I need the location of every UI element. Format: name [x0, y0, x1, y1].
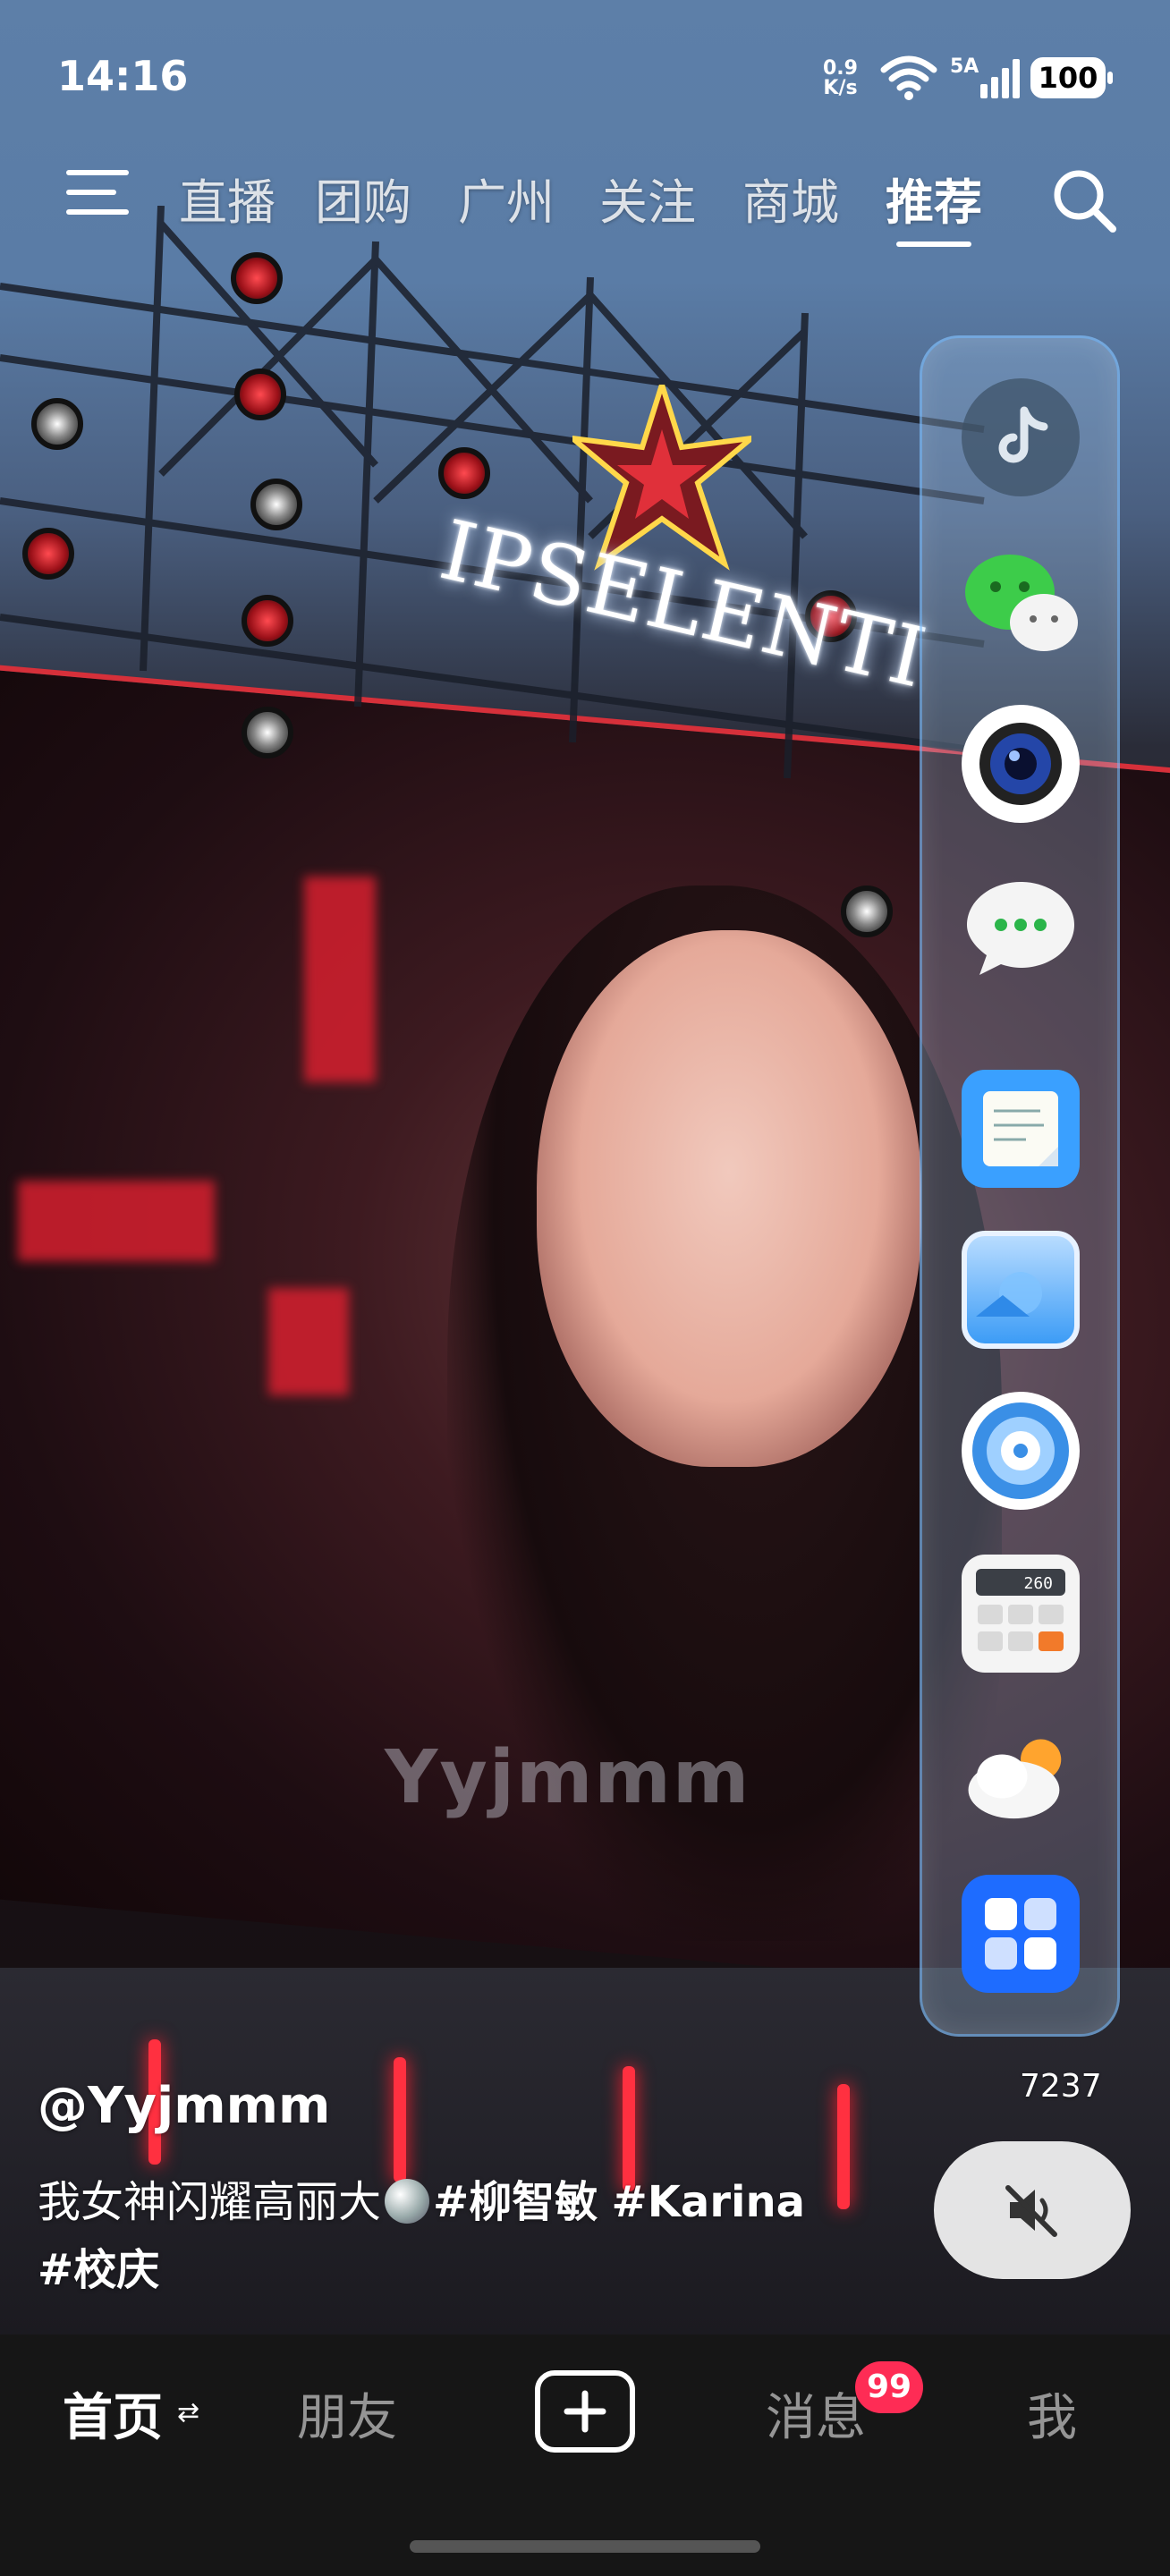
search-icon[interactable]	[1048, 165, 1120, 236]
calculator-icon[interactable]: 260	[962, 1555, 1080, 1673]
create-button[interactable]	[535, 2370, 635, 2453]
video-caption: 我女神闪耀高丽大 #柳智敏 #Karina #校庆	[38, 2168, 896, 2304]
hashtag[interactable]: #Karina	[612, 2177, 806, 2227]
video-watermark: Yyjmmm	[385, 1735, 751, 1820]
red-light	[18, 1181, 215, 1261]
menu-icon[interactable]	[66, 170, 129, 220]
status-bar: 14:16 0.9 K/s 5A 100	[0, 0, 1170, 152]
stage-truss	[0, 206, 985, 779]
tab-group-buy[interactable]: 团购	[315, 163, 411, 233]
red-light	[268, 1288, 349, 1395]
stage-light-bar	[394, 2057, 406, 2182]
stage-spotlight	[22, 528, 74, 580]
stage-spotlight	[234, 369, 286, 420]
tab-recommend[interactable]: 推荐	[886, 163, 982, 233]
nav-home[interactable]: 首页	[63, 2377, 163, 2450]
share-count: 7237	[1020, 2068, 1102, 2105]
nav-me[interactable]: 我	[1027, 2377, 1077, 2450]
nav-friends[interactable]: 朋友	[297, 2377, 397, 2450]
top-nav: 直播 团购 广州 关注 商城 推荐	[0, 152, 1170, 259]
tab-live[interactable]: 直播	[179, 163, 276, 233]
stage-spotlight	[242, 595, 293, 647]
more-apps-icon[interactable]	[962, 1875, 1080, 1993]
stage-spotlight	[250, 479, 302, 530]
tiktok-icon[interactable]	[962, 378, 1080, 496]
hashtag[interactable]: #柳智敏	[433, 2177, 598, 2227]
disco-ball-icon	[385, 2179, 430, 2224]
status-time: 14:16	[57, 52, 189, 100]
nav-messages[interactable]: 消息	[766, 2377, 866, 2450]
switch-icon[interactable]: ⇄	[177, 2397, 199, 2428]
cell-signal-icon	[980, 59, 1020, 98]
stage-spotlight	[242, 707, 293, 758]
video-author[interactable]: @Yyjmmm	[38, 2077, 330, 2135]
hashtag[interactable]: #校庆	[38, 2245, 159, 2295]
tab-guangzhou[interactable]: 广州	[458, 163, 555, 233]
performer-face	[537, 930, 921, 1467]
active-tab-indicator	[896, 242, 971, 247]
tab-mall[interactable]: 商城	[742, 163, 839, 233]
music-icon[interactable]	[962, 1392, 1080, 1510]
weather-icon[interactable]	[962, 1717, 1080, 1835]
caption-text: 我女神闪耀高丽大	[38, 2177, 382, 2227]
wechat-icon[interactable]	[962, 542, 1080, 660]
wifi-icon	[880, 55, 937, 100]
camera-icon[interactable]	[962, 705, 1080, 823]
notes-icon[interactable]	[962, 1070, 1080, 1188]
battery-indicator: 100	[1030, 57, 1113, 98]
messages-badge: 99	[855, 2361, 923, 2413]
red-light	[304, 877, 376, 1082]
bottom-nav: 首页 ⇄ 朋友 消息 99 我	[0, 2334, 1170, 2576]
app-sidebar-dock: 260	[920, 335, 1120, 2037]
stage-spotlight	[231, 252, 283, 304]
speaker-muted-icon	[1005, 2185, 1057, 2237]
stage-spotlight	[841, 886, 893, 937]
network-speed: 0.9 K/s	[823, 59, 858, 98]
stage-spotlight	[31, 398, 83, 450]
calculator-display: 260	[1023, 1574, 1053, 1593]
stage-spotlight	[438, 447, 490, 499]
home-indicator[interactable]	[410, 2540, 760, 2553]
network-speed-unit: K/s	[823, 77, 858, 99]
messages-icon[interactable]	[962, 868, 1080, 986]
plus-icon	[564, 2390, 606, 2433]
tab-following[interactable]: 关注	[599, 163, 696, 233]
network-speed-value: 0.9	[823, 57, 858, 80]
gallery-icon[interactable]	[962, 1231, 1080, 1349]
mute-button[interactable]	[934, 2141, 1131, 2279]
